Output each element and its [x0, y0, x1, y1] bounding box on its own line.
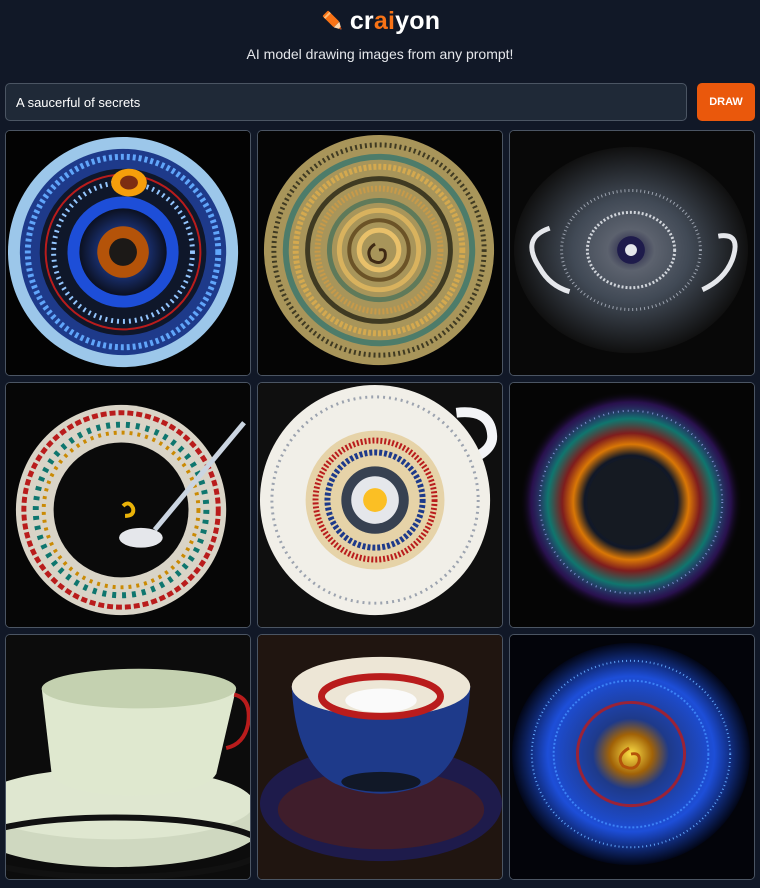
result-image-1[interactable] [5, 130, 251, 376]
results-grid [5, 130, 755, 880]
grey-vortex-image [510, 131, 754, 375]
draw-button[interactable]: DRAW [697, 83, 755, 121]
golden-spiral-disc-image [258, 131, 502, 375]
white-teacup-top-view-image [258, 383, 502, 627]
prompt-input[interactable] [5, 83, 687, 121]
decorated-saucer-with-spoon-image [6, 383, 250, 627]
glowing-nebula-ring-image [510, 383, 754, 627]
blue-teacup-on-saucer-image [258, 635, 502, 879]
prompt-bar: DRAW [5, 83, 755, 121]
result-image-9[interactable] [509, 634, 755, 880]
result-image-5[interactable] [257, 382, 503, 628]
crayon-pencil-icon [322, 10, 342, 30]
result-image-4[interactable] [5, 382, 251, 628]
tagline: AI model drawing images from any prompt! [246, 46, 514, 62]
header: craiyon AI model drawing images from any… [0, 0, 760, 80]
blue-spiral-vortex-image [510, 635, 754, 879]
logo-text: craiyon [349, 6, 441, 35]
craiyon-logo[interactable]: craiyon [0, 6, 760, 36]
result-image-2[interactable] [257, 130, 503, 376]
result-image-3[interactable] [509, 130, 755, 376]
result-image-7[interactable] [5, 634, 251, 880]
result-image-8[interactable] [257, 634, 503, 880]
pale-green-teacup-image [6, 635, 250, 879]
result-image-6[interactable] [509, 382, 755, 628]
blue-circular-disc-image [6, 131, 250, 375]
